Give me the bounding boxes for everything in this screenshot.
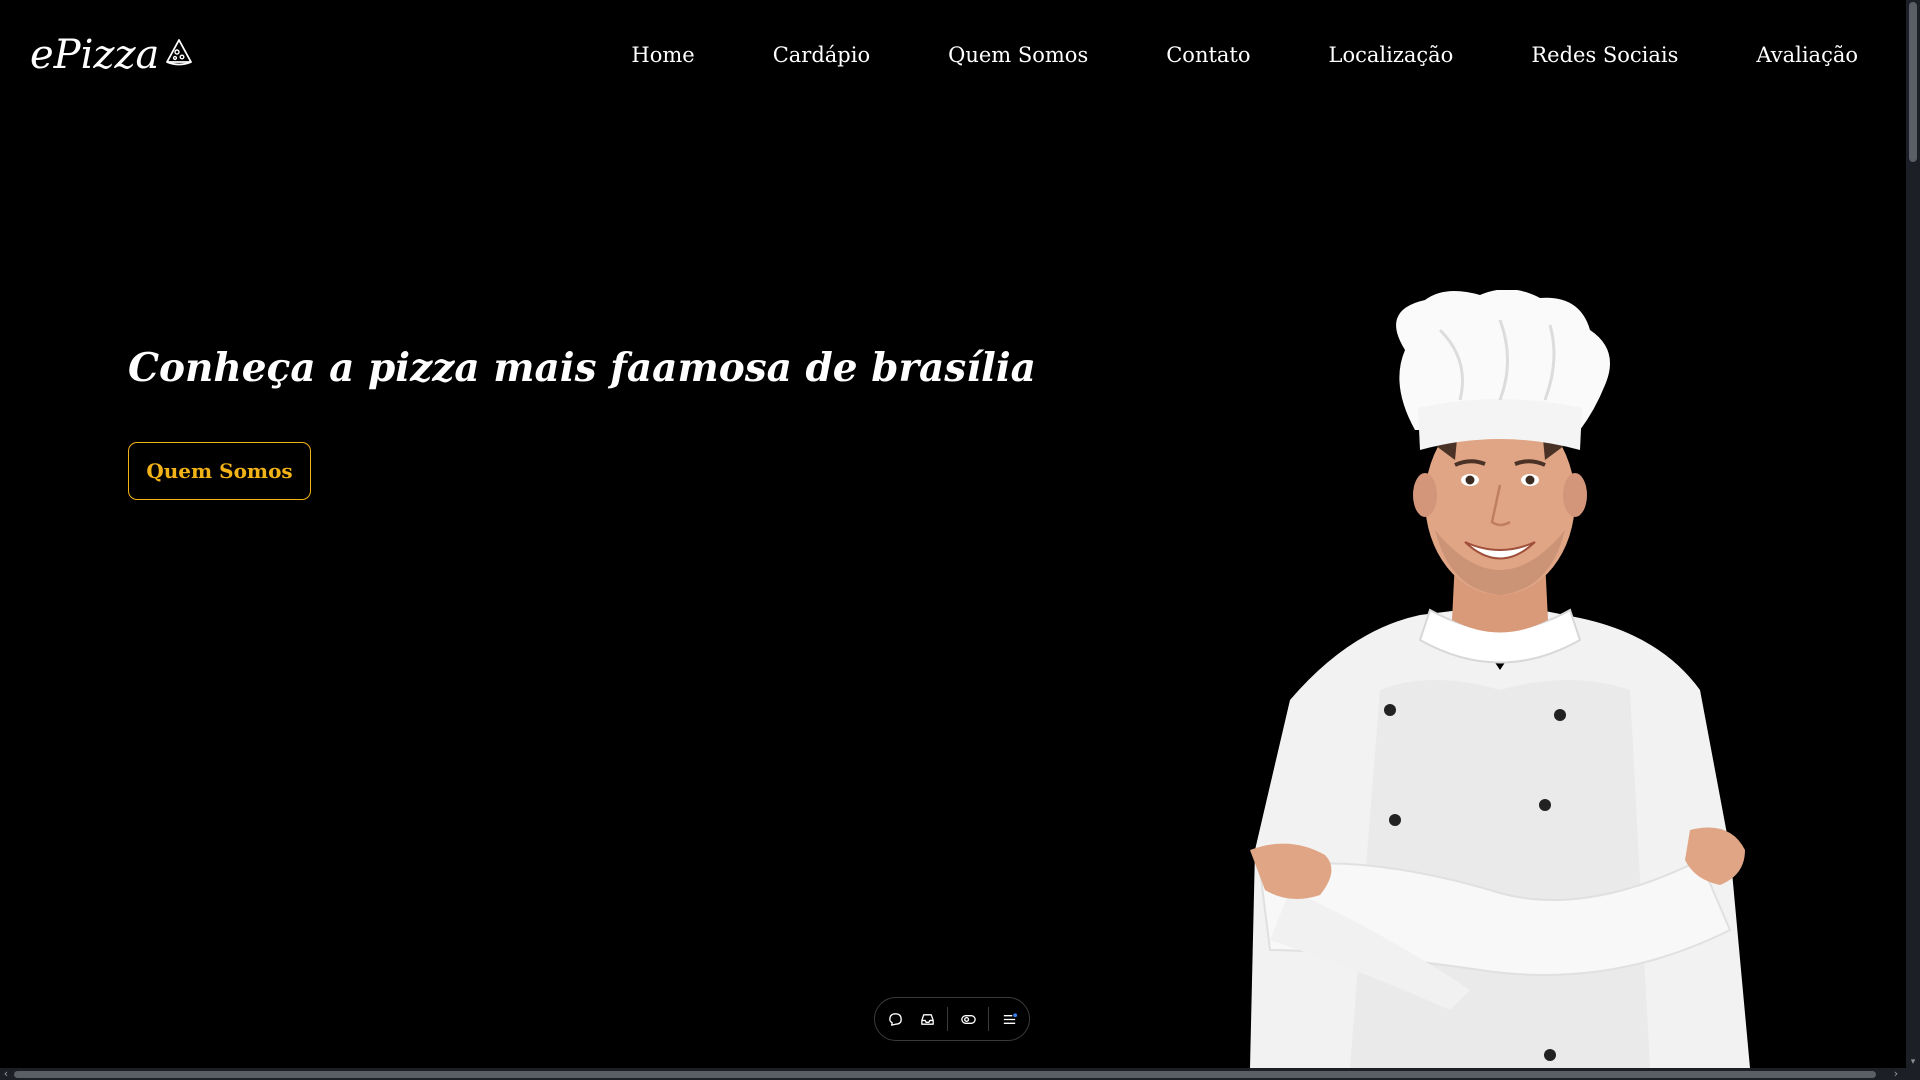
scroll-down-arrow-icon[interactable]: ▾: [1909, 1058, 1917, 1067]
main-nav: Home Cardápio Quem Somos Contato Localiz…: [631, 38, 1858, 72]
nav-item-localizacao[interactable]: Localização: [1329, 38, 1454, 72]
nav-item-cardapio[interactable]: Cardápio: [773, 38, 870, 72]
hero-headline: Conheça a pizza mais faamosa de brasília: [128, 345, 1036, 391]
vertical-scrollbar[interactable]: ▾: [1906, 0, 1920, 1068]
toolbar-divider: [988, 1007, 989, 1031]
logo[interactable]: ePizza: [30, 30, 195, 80]
page: ePizza Home Cardápio Quem Somos Contato …: [0, 0, 1920, 1080]
logo-text: ePizza: [30, 32, 160, 78]
menu-list-icon[interactable]: [993, 1004, 1025, 1034]
horizontal-scrollbar[interactable]: ‹ ›: [0, 1068, 1920, 1080]
pizza-slice-icon: [163, 32, 195, 78]
nav-item-avaliacao[interactable]: Avaliação: [1756, 38, 1858, 72]
toolbar-divider: [947, 1007, 948, 1031]
inbox-icon[interactable]: [911, 1004, 943, 1034]
nav-item-home[interactable]: Home: [631, 38, 694, 72]
floating-toolbar: [874, 997, 1030, 1041]
nav-item-quem-somos[interactable]: Quem Somos: [948, 38, 1088, 72]
chat-bubble-icon[interactable]: [879, 1004, 911, 1034]
nav-item-contato[interactable]: Contato: [1166, 38, 1250, 72]
chef-image: [1250, 290, 1750, 1068]
nav-item-redes-sociais[interactable]: Redes Sociais: [1531, 38, 1678, 72]
horizontal-scroll-thumb[interactable]: [14, 1071, 1876, 1078]
quem-somos-button[interactable]: Quem Somos: [128, 442, 311, 500]
scroll-left-arrow-icon[interactable]: ‹: [0, 1068, 12, 1080]
vertical-scroll-thumb[interactable]: [1909, 2, 1917, 162]
toggle-icon[interactable]: [952, 1004, 984, 1034]
scroll-right-arrow-icon[interactable]: ›: [1890, 1068, 1902, 1080]
